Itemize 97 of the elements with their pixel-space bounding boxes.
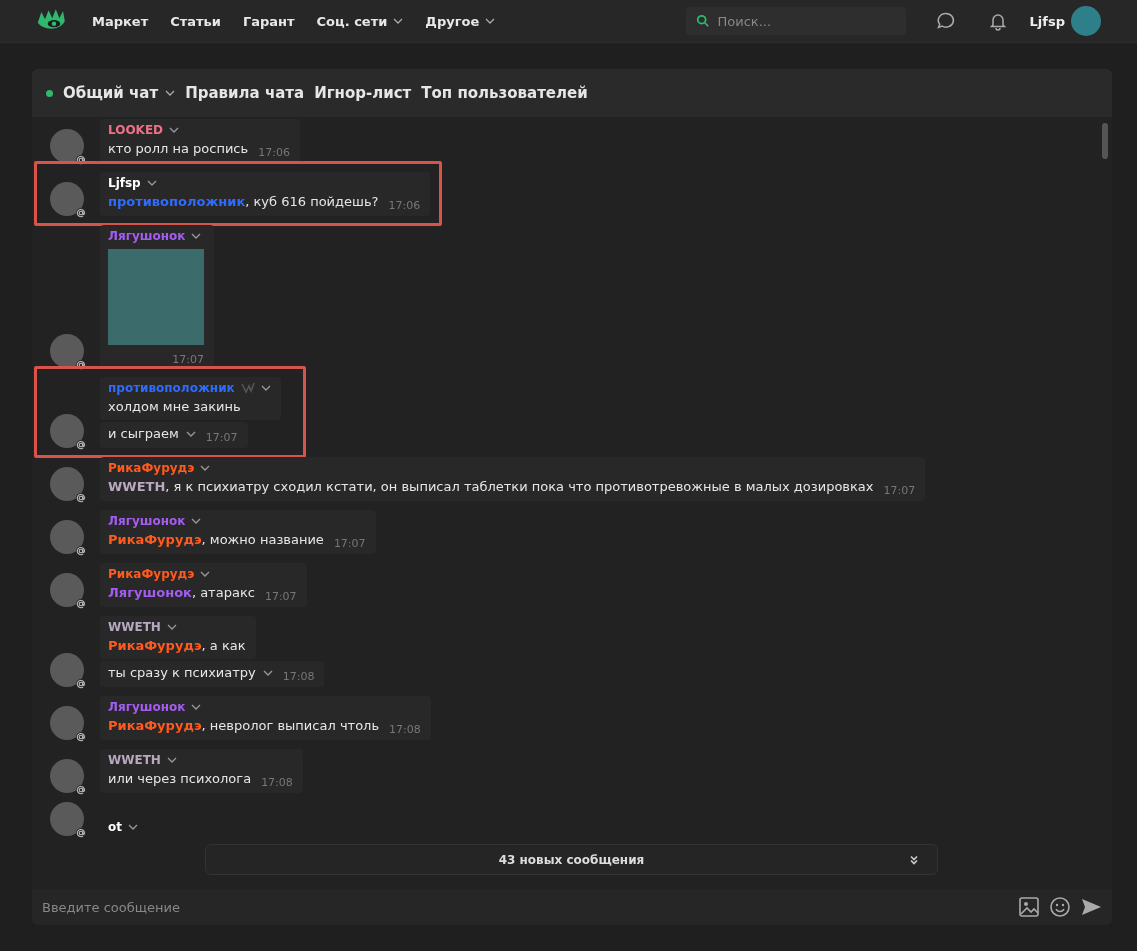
- message-text: , атаракс: [191, 584, 255, 602]
- caret-icon[interactable]: [262, 670, 273, 676]
- author-name[interactable]: LOOKED: [108, 123, 164, 137]
- image-icon[interactable]: [1018, 896, 1040, 918]
- caret-icon[interactable]: [191, 518, 202, 524]
- message-text: или через психолога: [108, 770, 252, 788]
- message-time: 17:08: [282, 669, 315, 685]
- search-field[interactable]: Поиск...: [685, 7, 906, 35]
- mention-icon[interactable]: [75, 492, 87, 504]
- message-time: 17:07: [264, 589, 297, 605]
- message-time: 17:07: [333, 536, 366, 552]
- caret-icon[interactable]: [146, 180, 157, 186]
- chat-tab[interactable]: Правила чата: [185, 84, 305, 102]
- message-text: , я к психиатру сходил кстати, он выписал таблетки пока что противотревожные в малых дозировках: [165, 478, 874, 496]
- author-name[interactable]: Лягушонок: [108, 229, 186, 243]
- message-text: , куб 616 пойдешь?: [245, 193, 379, 211]
- mention-link[interactable]: Лягушонок: [108, 583, 192, 602]
- author-name[interactable]: РикаФурудэ: [108, 567, 195, 581]
- user-avatar[interactable]: [50, 706, 84, 740]
- nav-link[interactable]: Маркет: [92, 13, 149, 29]
- user-avatar[interactable]: [50, 467, 84, 501]
- message-time: 17:08: [261, 775, 293, 791]
- mention-icon[interactable]: [75, 678, 87, 690]
- user-avatar[interactable]: [50, 802, 84, 836]
- caret-icon[interactable]: [200, 571, 211, 577]
- badge-icon: [240, 382, 255, 394]
- chat-tab[interactable]: Общий чат: [63, 84, 176, 102]
- user-avatar[interactable]: [1071, 6, 1101, 36]
- mention-link[interactable]: РикаФурудэ: [108, 716, 202, 735]
- nav-link[interactable]: Статьи: [170, 13, 221, 29]
- caret-icon[interactable]: [191, 233, 202, 239]
- mention-link[interactable]: РикаФурудэ: [108, 530, 202, 549]
- new-messages-button[interactable]: 43 новых сообщения: [205, 844, 938, 875]
- search-icon: [695, 14, 710, 28]
- nav-link[interactable]: Другое: [425, 13, 496, 29]
- chat-bubble-icon[interactable]: [935, 11, 956, 31]
- caret-icon: [165, 90, 176, 96]
- user-avatar[interactable]: [50, 182, 84, 216]
- mention-icon[interactable]: [75, 731, 87, 743]
- author-name[interactable]: Лягушонок: [108, 514, 186, 528]
- message-time: 17:07: [172, 353, 204, 366]
- author-name[interactable]: Ljfsp: [108, 176, 141, 190]
- mention-icon[interactable]: [75, 827, 87, 839]
- user-avatar[interactable]: [50, 759, 84, 793]
- message-time: 17:07: [883, 483, 916, 499]
- message-time: 17:06: [258, 145, 290, 161]
- user-avatar[interactable]: [50, 334, 84, 368]
- nav-link[interactable]: Гарант: [242, 13, 295, 29]
- username[interactable]: Ljfsp: [1029, 13, 1065, 29]
- author-name[interactable]: WWETH: [108, 753, 161, 767]
- caret-icon[interactable]: [185, 431, 196, 437]
- message-input[interactable]: Введите сообщение: [32, 889, 1112, 925]
- author-name[interactable]: WWETH: [108, 620, 161, 634]
- caret-icon[interactable]: [166, 624, 177, 630]
- author-name[interactable]: ot: [108, 820, 122, 834]
- user-avatar[interactable]: [50, 573, 84, 607]
- author-name[interactable]: Лягушонок: [108, 700, 186, 714]
- author-name[interactable]: РикаФурудэ: [108, 461, 195, 475]
- caret-icon[interactable]: [260, 385, 271, 391]
- caret-icon[interactable]: [200, 465, 211, 471]
- nav-link[interactable]: Соц. сети: [316, 13, 404, 29]
- caret-icon[interactable]: [128, 824, 138, 830]
- message-text: , можно название: [201, 531, 324, 549]
- online-dot: [46, 89, 53, 97]
- chat-tab[interactable]: Игнор-лист: [314, 84, 412, 102]
- message-text: и сыграем: [108, 425, 179, 443]
- message-time: 17:07: [205, 430, 238, 446]
- user-avatar[interactable]: [50, 414, 84, 448]
- caret-icon[interactable]: [169, 127, 180, 133]
- scrollbar-thumb[interactable]: [1102, 123, 1108, 159]
- caret-icon[interactable]: [166, 757, 177, 763]
- chat-tab[interactable]: Топ пользователей: [421, 84, 588, 102]
- message-text: , невролог выписал чтоль: [201, 717, 380, 735]
- mention-icon[interactable]: [75, 439, 87, 451]
- double-chevron-icon: [909, 854, 919, 865]
- send-icon[interactable]: [1080, 896, 1102, 918]
- mention-icon[interactable]: [75, 207, 87, 219]
- user-avatar[interactable]: [50, 653, 84, 687]
- message-time: 17:08: [389, 722, 421, 738]
- message-text: кто ролл на роспись: [108, 140, 249, 158]
- user-avatar[interactable]: [50, 129, 84, 163]
- message-text: ты сразу к психиатру: [108, 664, 256, 682]
- mention-icon[interactable]: [75, 359, 87, 371]
- smiley-icon[interactable]: [1049, 896, 1071, 918]
- message-time: 17:06: [388, 198, 421, 214]
- caret-icon: [393, 18, 404, 24]
- message-text: , а как: [201, 637, 246, 655]
- message-text: холдом мне закинь: [108, 398, 241, 416]
- bell-icon[interactable]: [987, 11, 1008, 31]
- caret-icon[interactable]: [191, 704, 202, 710]
- user-avatar[interactable]: [50, 520, 84, 554]
- mention-link[interactable]: РикаФурудэ: [108, 636, 202, 655]
- mention-icon[interactable]: [75, 598, 87, 610]
- mention-icon[interactable]: [75, 154, 87, 166]
- caret-icon: [485, 18, 496, 24]
- mention-icon[interactable]: [75, 545, 87, 557]
- mention-icon[interactable]: [75, 784, 87, 796]
